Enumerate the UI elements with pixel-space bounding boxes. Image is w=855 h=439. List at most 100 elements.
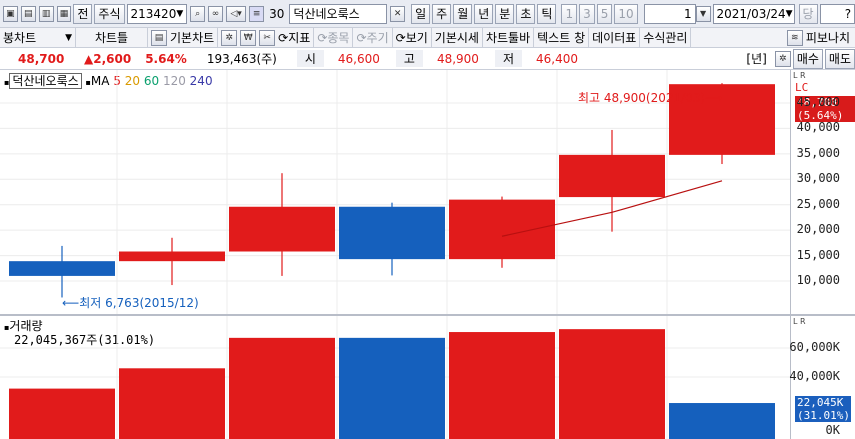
quote-bar: 48,700 ▲2,600 5.64% 193,463(주) 시 46,600 …: [0, 48, 855, 70]
indicator-button[interactable]: ⟳ 지표: [275, 27, 315, 48]
minute-3[interactable]: 3: [579, 3, 595, 24]
view-button[interactable]: ⟳ 보기: [393, 27, 432, 48]
chevron-down-icon[interactable]: ▼: [65, 33, 72, 43]
period-month[interactable]: 월: [453, 3, 473, 24]
refresh-icon: ⟳: [278, 30, 289, 45]
axis-lr-toggle[interactable]: L R: [793, 317, 806, 326]
volume-axis-tick: 60,000K: [789, 340, 840, 354]
spin-down-icon[interactable]: ▼: [695, 5, 711, 22]
candle-chart-button[interactable]: 봉차트 ▼: [0, 27, 76, 48]
chevron-down-icon[interactable]: ▼: [786, 9, 793, 19]
list-icon[interactable]: ≡: [249, 5, 265, 22]
fibonacci-button[interactable]: 피보나치: [803, 28, 853, 48]
link-icon[interactable]: ∞: [208, 5, 223, 22]
period-tick[interactable]: 틱: [537, 3, 557, 24]
stock-code-value: 213420: [130, 6, 177, 21]
candle-body: [9, 261, 115, 276]
volume-bar: [669, 403, 775, 439]
axis-tick-label: 20,000: [796, 222, 840, 237]
volume-axis: L R 60,000K 40,000K 22,045K (31.01%) 0K: [789, 316, 855, 439]
stock-name-field[interactable]: 덕산네오룩스: [289, 3, 388, 24]
text-window-button[interactable]: 텍스트 창: [534, 27, 590, 48]
chart-frame-button[interactable]: 차트틀: [76, 27, 148, 48]
candle-body: [119, 251, 225, 262]
stock-code-field[interactable]: 213420 ▼: [126, 3, 188, 24]
candle-body: [229, 206, 335, 252]
volume-bar: [9, 388, 115, 439]
price-change-pct: 5.64%: [145, 51, 187, 66]
high-annotation: 최고 48,900(2021/03)⟶: [578, 91, 723, 105]
stock-label: 종목: [327, 31, 350, 45]
current-price: 48,700: [18, 51, 65, 66]
minute-1[interactable]: 1: [561, 3, 578, 24]
buy-button[interactable]: 매수: [792, 48, 823, 69]
toolbar-top: ▣ ▤ ▥ ▦ 전 주식 213420 ▼ ⌕ ∞ ◁▾ ≡ 30 덕산네오룩스…: [0, 0, 855, 28]
cycle-button[interactable]: ⟳ 주기: [353, 27, 393, 48]
basic-chart-button[interactable]: 기본차트: [167, 27, 219, 48]
refresh-icon: ⟳: [356, 30, 367, 45]
price-pane[interactable]: ▪덕산네오룩스 ▪MA 5 20 60 120 240 최고 48,900(20…: [0, 70, 790, 315]
calendar-icon[interactable]: ▦: [56, 5, 72, 22]
chevron-down-icon[interactable]: ▼: [176, 9, 183, 19]
period-year[interactable]: 년: [474, 3, 494, 24]
save-icon[interactable]: ▤: [20, 5, 36, 22]
date-value: 2021/03/24: [716, 6, 786, 21]
print-icon[interactable]: ▥: [38, 5, 54, 22]
period-day[interactable]: 일: [411, 3, 431, 24]
data-table-button[interactable]: 데이터표: [589, 27, 641, 48]
axis-tick-label: 45,000: [796, 95, 840, 109]
volume-zero-tick: 0K: [825, 423, 840, 437]
candle-body: [449, 199, 555, 260]
won-icon[interactable]: ₩: [240, 29, 257, 46]
sell-button[interactable]: 매도: [824, 48, 855, 69]
multiplier-field[interactable]: 1: [643, 3, 696, 24]
volume-bar: [119, 368, 225, 439]
cycle-label: 주기: [366, 31, 389, 45]
period-week[interactable]: 주: [432, 3, 452, 24]
gear-icon[interactable]: ✲: [221, 29, 238, 46]
high-price: 48,900: [436, 51, 479, 66]
fibonacci-icon[interactable]: ≋: [786, 29, 803, 46]
page-field[interactable]: ?: [819, 3, 855, 24]
high-label: 고: [395, 50, 423, 67]
current-volume-tag: 22,045K (31.01%): [795, 396, 851, 422]
candle-body: [559, 154, 665, 198]
scissors-icon[interactable]: ✂: [259, 29, 276, 46]
dang-button[interactable]: 당: [798, 3, 818, 24]
minute-10[interactable]: 10: [614, 3, 638, 24]
stock-type-button[interactable]: 주식: [94, 3, 125, 24]
volume-chart[interactable]: [0, 316, 790, 439]
axis-tick-label: 25,000: [796, 196, 840, 211]
refresh-icon: ⟳: [395, 30, 406, 45]
axis-tick-label: 10,000: [796, 273, 840, 287]
jeon-button[interactable]: 전: [73, 3, 93, 24]
view-label: 보기: [405, 31, 428, 45]
formula-button[interactable]: 수식관리: [640, 27, 692, 48]
candle-chart-label: 봉차트: [3, 31, 37, 45]
stock-button[interactable]: ⟳ 종목: [314, 27, 354, 48]
current-volume-tag-pct: (31.01%): [797, 409, 850, 422]
price-chart[interactable]: [0, 70, 790, 315]
toolbar-second: 봉차트 ▼ 차트틀 ▤ 기본차트 ✲ ₩ ✂ ⟳ 지표 ⟳ 종목 ⟳ 주기 ⟳ 보기 기본…: [0, 27, 855, 48]
date-field[interactable]: 2021/03/24 ▼: [712, 3, 795, 24]
low-annotation: ⟵최저 6,763(2015/12): [62, 296, 199, 310]
window-icon[interactable]: ▣: [3, 5, 18, 22]
settings-icon[interactable]: ✲: [774, 50, 791, 67]
low-price: 46,400: [536, 51, 578, 66]
period-second[interactable]: 초: [516, 3, 536, 24]
open-label: 시: [296, 50, 324, 67]
minute-5[interactable]: 5: [596, 3, 613, 24]
volume-pane[interactable]: ▪거래량 22,045,367주(31.01%): [0, 316, 790, 439]
axis-tick-label: 15,000: [796, 247, 840, 262]
close-icon[interactable]: ✕: [390, 5, 406, 22]
axis-lr-toggle[interactable]: L R: [793, 71, 806, 80]
search-icon[interactable]: ⌕: [190, 5, 206, 22]
period-minute[interactable]: 분: [495, 3, 515, 24]
volume-bar: [559, 329, 665, 439]
save-icon[interactable]: ▤: [151, 29, 167, 46]
volume-bar: [229, 337, 335, 439]
basic-quote-button[interactable]: 기본시세: [432, 27, 483, 48]
period-indicator: [년]: [746, 52, 767, 66]
chart-toolbar-button[interactable]: 차트툴바: [483, 27, 535, 48]
speaker-icon[interactable]: ◁▾: [225, 5, 247, 22]
